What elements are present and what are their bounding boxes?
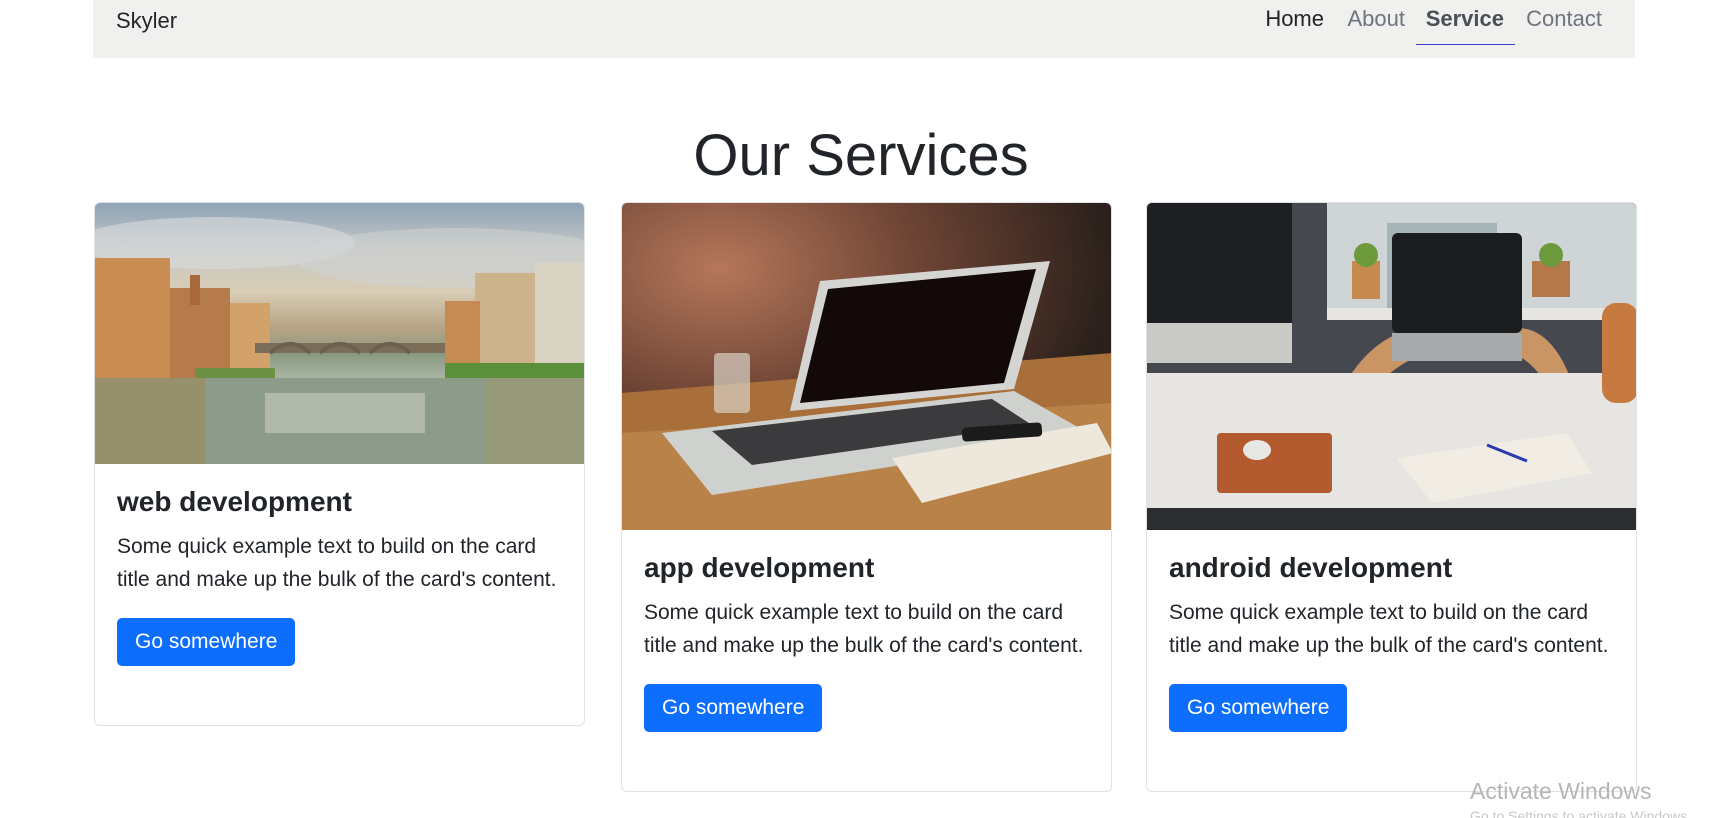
card-title: android development xyxy=(1169,552,1453,583)
nav-service-link[interactable]: Service xyxy=(1415,6,1515,45)
card-text: Some quick example text to build on the … xyxy=(644,601,1084,657)
card-body: web development Some quick example text … xyxy=(95,464,584,686)
card-text: Some quick example text to build on the … xyxy=(117,535,557,591)
activate-windows-watermark: Activate Windows xyxy=(1470,778,1652,804)
card-body: app development Some quick example text … xyxy=(622,530,1111,752)
card-title: app development xyxy=(644,552,875,583)
card-title: web development xyxy=(117,486,352,517)
service-card-app: app development Some quick example text … xyxy=(621,202,1112,792)
card-image-desk xyxy=(1147,203,1636,530)
florence-illustration xyxy=(95,217,584,464)
card-text: Some quick example text to build on the … xyxy=(1169,601,1609,657)
service-card-web: web development Some quick example text … xyxy=(94,202,585,726)
desk-illustration xyxy=(1147,203,1636,530)
navbar: Skyler Home About Service Contact xyxy=(93,0,1635,58)
activate-windows-subtext: Go to Settings to activate Windows. xyxy=(1470,808,1691,818)
service-card-android: android development Some quick example t… xyxy=(1146,202,1637,792)
laptop-illustration xyxy=(622,261,1111,530)
brand-link[interactable]: Skyler xyxy=(116,8,177,34)
section-title: Our Services xyxy=(693,123,1029,188)
card-image-florence xyxy=(95,203,584,464)
nav-about-link[interactable]: About xyxy=(1348,6,1406,44)
page: Skyler Home About Service Contact Our Se… xyxy=(0,0,1722,818)
go-somewhere-button[interactable]: Go somewhere xyxy=(1169,684,1348,732)
go-somewhere-button[interactable]: Go somewhere xyxy=(644,684,823,732)
card-image-laptop xyxy=(622,203,1111,530)
card-body: android development Some quick example t… xyxy=(1147,530,1636,752)
nav-home-link[interactable]: Home xyxy=(1265,6,1324,44)
nav-contact-link[interactable]: Contact xyxy=(1526,6,1602,44)
go-somewhere-button[interactable]: Go somewhere xyxy=(117,618,296,666)
